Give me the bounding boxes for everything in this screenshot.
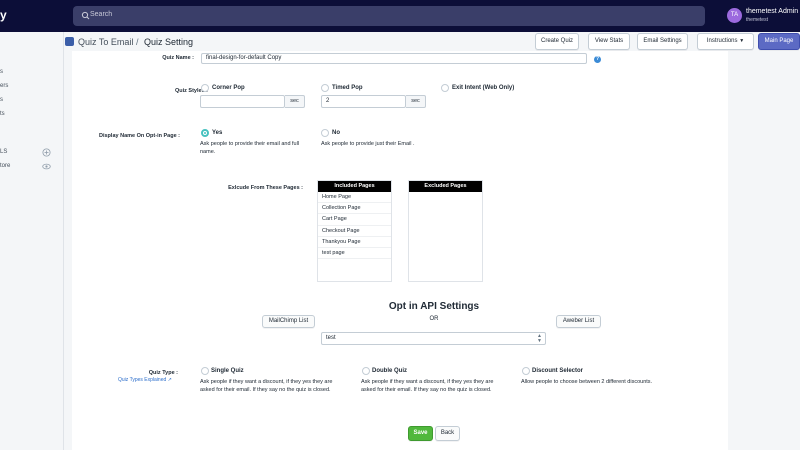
excluded-pages-header: Excluded Pages [409, 181, 482, 192]
display-name-no-label: No [332, 130, 340, 136]
included-pages-header: Included Pages [318, 181, 391, 192]
app-icon [65, 37, 74, 46]
top-bar: y Search TA themetest Admin themetest [0, 0, 800, 32]
display-name-yes-help: Ask people to provide their email and fu… [200, 141, 300, 155]
avatar[interactable]: TA [727, 8, 742, 23]
sidebar-item-2[interactable]: ers [0, 83, 8, 89]
user-name[interactable]: themetest Admin [746, 8, 798, 15]
quiz-name-label: Quiz Name : [162, 55, 194, 61]
corner-pop-radio[interactable] [201, 84, 209, 92]
instructions-label: Instructions [706, 38, 738, 44]
quiz-types-explained-text: Quiz Types Explained [118, 377, 167, 383]
mailchimp-list-button[interactable]: MailChimp List [262, 315, 315, 328]
main-page-button[interactable]: Main Page [758, 33, 800, 50]
sidebar: s ers s ts LS tore [0, 32, 64, 450]
search-placeholder: Search [90, 11, 113, 18]
back-button[interactable]: Back [435, 426, 460, 441]
timed-pop-label: Timed Pop [332, 85, 363, 91]
excluded-pages-list[interactable]: Excluded Pages [408, 180, 483, 282]
quiz-name-input[interactable]: final-design-for-default Copy [201, 53, 587, 64]
single-quiz-label: Single Quiz [211, 368, 244, 374]
app-logo-fragment: y [0, 8, 7, 22]
email-list-select-value: test [326, 335, 336, 341]
instructions-dropdown[interactable]: Instructions ▼ [697, 33, 754, 50]
display-name-label: Display Name On Opt-in Page : [99, 133, 180, 139]
add-circle-icon[interactable] [42, 148, 51, 157]
list-item[interactable]: test page [318, 248, 391, 260]
user-store: themetest [746, 17, 768, 23]
timed-pop-radio[interactable] [321, 84, 329, 92]
search-input[interactable]: Search [73, 6, 705, 26]
sidebar-item-3[interactable]: s [0, 97, 3, 103]
email-settings-button[interactable]: Email Settings [637, 33, 688, 50]
list-item[interactable]: Thankyou Page [318, 237, 391, 248]
view-stats-button[interactable]: View Stats [588, 33, 630, 50]
email-list-select[interactable]: test ▲ ▼ [321, 332, 546, 345]
exit-intent-radio[interactable] [441, 84, 449, 92]
corner-pop-seconds-input[interactable] [200, 95, 285, 108]
exit-intent-label: Exit Intent (Web Only) [452, 85, 515, 91]
list-item[interactable]: Collection Page [318, 203, 391, 215]
double-quiz-label: Double Quiz [372, 368, 407, 374]
list-item[interactable]: Home Page [318, 192, 391, 204]
timed-pop-seconds-input[interactable]: 2 [321, 95, 406, 108]
display-name-no-radio[interactable] [321, 129, 329, 137]
exclude-pages-label: Exlcude From These Pages : [228, 185, 303, 191]
select-caret-icon: ▲ ▼ [537, 333, 542, 344]
aweber-list-button[interactable]: Aweber List [556, 315, 601, 328]
sidebar-item-4[interactable]: ts [0, 111, 5, 117]
breadcrumb-parent[interactable]: Quiz To Email [78, 37, 133, 47]
double-quiz-radio[interactable] [362, 367, 370, 375]
api-settings-title: Opt in API Settings [388, 301, 480, 312]
quiz-settings-card: Quiz Name : final-design-for-default Cop… [72, 51, 728, 450]
sidebar-item-store[interactable]: tore [0, 163, 10, 169]
external-link-icon: ↗ [167, 377, 172, 383]
quiz-type-label: Quiz Type : [148, 370, 178, 376]
eye-icon[interactable] [42, 162, 51, 171]
quiz-styles-label: Quiz Styles : [174, 88, 208, 94]
single-quiz-radio[interactable] [201, 367, 209, 375]
single-quiz-help: Ask people if they want a discount, if t… [200, 379, 333, 393]
page-header: Quiz To Email / Quiz Setting [64, 32, 800, 51]
corner-pop-label: Corner Pop [212, 85, 245, 91]
discount-selector-label: Discount Selector [532, 368, 584, 374]
sidebar-section-label: LS [0, 149, 8, 155]
info-icon[interactable]: ? [594, 56, 601, 63]
discount-selector-help: Allow people to choose between 2 differe… [521, 379, 653, 385]
save-button[interactable]: Save [408, 426, 433, 441]
create-quiz-button[interactable]: Create Quiz [535, 33, 579, 50]
timed-pop-sec-addon: sec [406, 95, 426, 108]
page-title: Quiz Setting [144, 37, 194, 47]
included-pages-list[interactable]: Included Pages Home Page Collection Page… [317, 180, 392, 282]
discount-selector-radio[interactable] [522, 367, 530, 375]
chevron-down-icon: ▼ [739, 38, 745, 44]
or-text: OR [429, 316, 439, 322]
display-name-yes-radio[interactable] [201, 129, 209, 137]
double-quiz-help: Ask people if they want a discount, if t… [361, 379, 494, 393]
quiz-types-explained-link[interactable]: Quiz Types Explained ↗ [118, 377, 172, 383]
sidebar-item-1[interactable]: s [0, 69, 3, 75]
breadcrumb-separator: / [136, 37, 139, 47]
display-name-no-help: Ask people to provide just their Email . [321, 141, 415, 147]
corner-pop-sec-addon: sec [285, 95, 305, 108]
display-name-yes-label: Yes [212, 130, 223, 136]
list-item[interactable]: Cart Page [318, 214, 391, 226]
list-item[interactable]: Checkout Page [318, 226, 391, 237]
